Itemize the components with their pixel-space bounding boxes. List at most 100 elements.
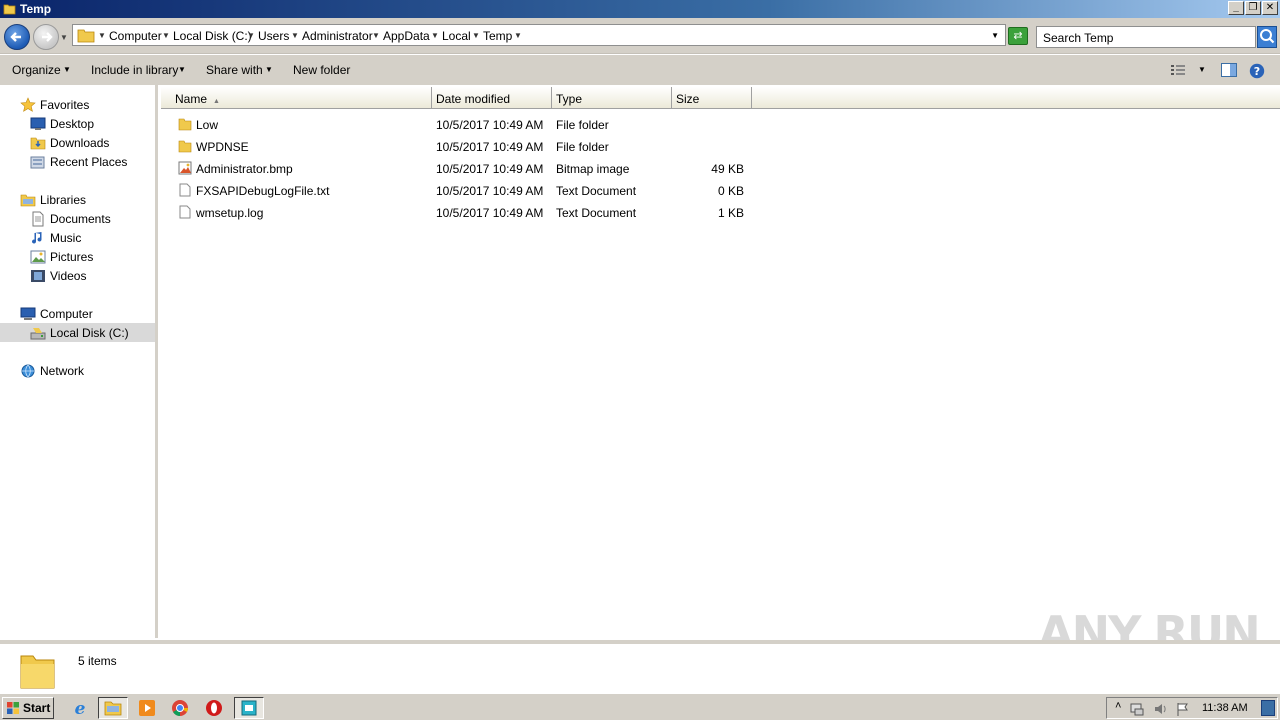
organize-button[interactable]: Organize <box>12 63 61 77</box>
nav-libraries-label: Libraries <box>40 192 87 207</box>
breadcrumb-local-disk[interactable]: Local Disk (C:) <box>173 29 252 43</box>
breadcrumb-separator-icon[interactable]: ▼ <box>514 31 522 40</box>
breadcrumb-separator-icon[interactable]: ▼ <box>247 31 255 40</box>
organize-dropdown-icon[interactable]: ▼ <box>63 65 71 74</box>
breadcrumb-separator-icon[interactable]: ▼ <box>372 31 380 40</box>
show-hidden-icons-icon[interactable]: ˄ <box>1115 700 1121 712</box>
column-header-name-label: Name <box>175 92 208 106</box>
share-with-dropdown-icon[interactable]: ▼ <box>265 65 273 74</box>
internet-explorer-taskbar-icon[interactable]: e <box>68 697 92 719</box>
refresh-button[interactable]: ⇄ <box>1008 27 1028 45</box>
explorer-taskbar-icon[interactable] <box>98 697 128 719</box>
show-desktop-button[interactable] <box>1261 700 1275 716</box>
breadcrumb-administrator[interactable]: Administrator <box>302 29 373 43</box>
breadcrumb-computer[interactable]: Computer <box>109 29 162 43</box>
minimize-button[interactable]: _ <box>1228 1 1244 15</box>
nav-network-label: Network <box>40 363 85 378</box>
include-in-library-dropdown-icon[interactable]: ▼ <box>178 65 186 74</box>
breadcrumb-separator-icon[interactable]: ▼ <box>98 31 106 40</box>
star-icon <box>20 96 36 112</box>
column-header-date-modified[interactable]: Date modified <box>432 87 552 109</box>
view-options-dropdown-icon[interactable]: ▼ <box>1198 65 1206 74</box>
file-date: 10/5/2017 10:49 AM <box>436 206 544 220</box>
back-arrow-icon <box>10 32 21 42</box>
file-type: File folder <box>556 140 609 154</box>
breadcrumb-separator-icon[interactable]: ▼ <box>162 31 170 40</box>
search-button[interactable] <box>1257 26 1277 48</box>
media-player-taskbar-icon[interactable] <box>135 697 159 719</box>
folder-icon <box>3 4 16 15</box>
breadcrumb-users[interactable]: Users <box>258 29 289 43</box>
file-date: 10/5/2017 10:49 AM <box>436 140 544 154</box>
address-bar[interactable]: ▼ Computer ▼ Local Disk (C:) ▼ Users ▼ A… <box>72 24 1006 46</box>
breadcrumb-appdata[interactable]: AppData <box>383 29 430 43</box>
nav-downloads[interactable]: Downloads <box>30 133 109 152</box>
address-history-dropdown-icon[interactable]: ▼ <box>991 31 999 40</box>
desktop-icon <box>30 117 46 130</box>
opera-taskbar-icon[interactable] <box>202 697 226 719</box>
help-icon[interactable]: ? <box>1249 63 1265 79</box>
forward-button[interactable] <box>33 24 59 50</box>
forward-arrow-icon <box>42 32 53 42</box>
nav-computer[interactable]: Computer <box>20 304 93 323</box>
chrome-icon <box>172 700 188 716</box>
file-row-wmsetup-log[interactable]: wmsetup.log 10/5/2017 10:49 AM Text Docu… <box>176 202 756 224</box>
nav-videos[interactable]: Videos <box>30 266 86 285</box>
breadcrumb-separator-icon[interactable]: ▼ <box>291 31 299 40</box>
bitmap-icon <box>178 161 192 175</box>
search-input[interactable]: Search Temp <box>1036 26 1256 48</box>
start-button[interactable]: Start <box>2 697 54 719</box>
file-name: Low <box>196 118 219 132</box>
volume-icon[interactable] <box>1153 701 1169 717</box>
share-with-button[interactable]: Share with <box>206 63 263 77</box>
file-date: 10/5/2017 10:49 AM <box>436 184 544 198</box>
breadcrumb-separator-icon[interactable]: ▼ <box>431 31 439 40</box>
file-row-low[interactable]: Low 10/5/2017 10:49 AM File folder <box>176 114 756 136</box>
column-header-type[interactable]: Type <box>552 87 672 109</box>
file-type: Bitmap image <box>556 162 630 176</box>
nav-recent-places[interactable]: Recent Places <box>30 152 127 171</box>
nav-network[interactable]: Network <box>20 361 84 380</box>
column-header-name[interactable]: Name ▲ <box>161 87 432 109</box>
videos-icon <box>31 269 45 282</box>
column-header-size[interactable]: Size <box>672 87 752 109</box>
change-view-icon[interactable] <box>1170 63 1186 77</box>
app-taskbar-icon[interactable] <box>234 697 264 719</box>
chrome-taskbar-icon[interactable] <box>168 697 192 719</box>
file-row-fxsapidebuglogfile[interactable]: FXSAPIDebugLogFile.txt 10/5/2017 10:49 A… <box>176 180 756 202</box>
restore-button[interactable]: ❐ <box>1245 1 1261 15</box>
clock[interactable]: 11:38 AM <box>1202 702 1248 714</box>
nav-libraries[interactable]: Libraries <box>20 190 86 209</box>
back-button[interactable] <box>4 24 30 50</box>
file-name: wmsetup.log <box>196 206 264 220</box>
recent-pages-dropdown-icon[interactable]: ▼ <box>60 33 68 42</box>
nav-pictures[interactable]: Pictures <box>30 247 93 266</box>
nav-local-disk[interactable]: Local Disk (C:) <box>30 323 129 342</box>
new-folder-button[interactable]: New folder <box>293 63 350 77</box>
svg-text:?: ? <box>1254 65 1260 78</box>
breadcrumb-temp[interactable]: Temp <box>483 29 512 43</box>
nav-recent-places-label: Recent Places <box>50 154 128 169</box>
action-center-flag-icon[interactable] <box>1175 701 1191 717</box>
breadcrumb-separator-icon[interactable]: ▼ <box>472 31 480 40</box>
breadcrumb-local[interactable]: Local <box>442 29 471 43</box>
nav-music[interactable]: Music <box>30 228 81 247</box>
file-row-wpdnse[interactable]: WPDNSE 10/5/2017 10:49 AM File folder <box>176 136 756 158</box>
network-tray-icon[interactable] <box>1129 701 1145 717</box>
preview-pane-icon[interactable] <box>1221 63 1237 77</box>
nav-desktop[interactable]: Desktop <box>30 114 94 133</box>
refresh-icon: ⇄ <box>1013 30 1023 42</box>
nav-documents[interactable]: Documents <box>30 209 111 228</box>
include-in-library-button[interactable]: Include in library <box>91 63 178 77</box>
item-count: 5 items <box>78 654 117 668</box>
nav-videos-label: Videos <box>50 268 87 283</box>
libraries-icon <box>20 194 36 206</box>
nav-music-label: Music <box>50 230 82 245</box>
file-row-administrator-bmp[interactable]: Administrator.bmp 10/5/2017 10:49 AM Bit… <box>176 158 756 180</box>
nav-favorites[interactable]: Favorites <box>20 95 89 114</box>
file-name: Administrator.bmp <box>196 162 293 176</box>
media-player-icon <box>139 700 155 716</box>
close-button[interactable]: ✕ <box>1262 1 1278 15</box>
taskbar: Start e ˄ 11:38 AM <box>0 692 1280 720</box>
generic-app-icon <box>241 700 257 716</box>
